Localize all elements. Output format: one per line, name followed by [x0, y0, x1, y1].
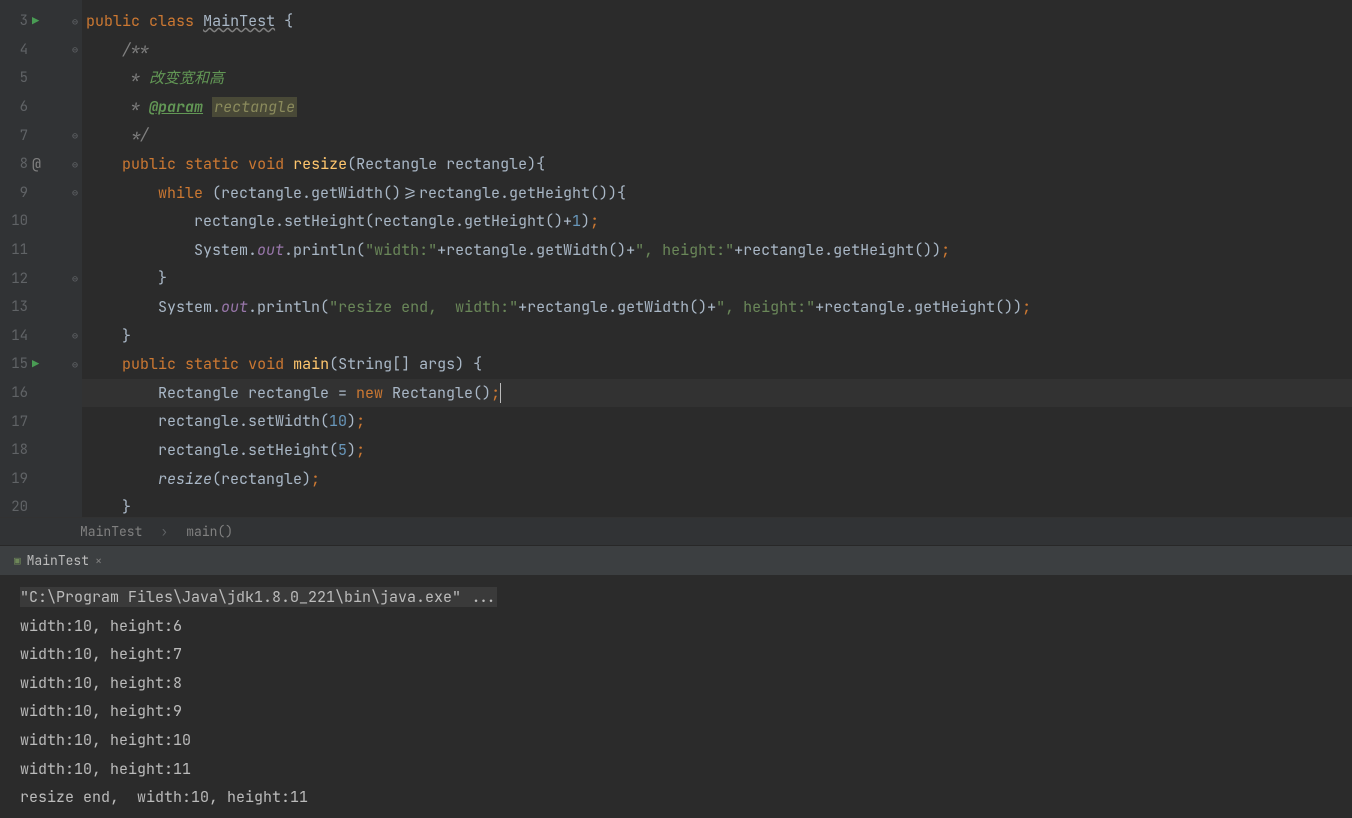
console-line: width:10, height:9: [20, 697, 1332, 726]
line-number: 13: [0, 298, 28, 316]
editor-area: 3▶⊖ 4⊖ 5 6 7⊖ 8@⊖ 9⊖ 10 11 12⊖ 13 14⊖ 15…: [0, 0, 1352, 517]
line-number: 12: [0, 270, 28, 288]
code-line-11[interactable]: System.out.println("width:"+rectangle.ge…: [82, 236, 1352, 265]
run-icon[interactable]: ▶: [32, 356, 39, 372]
fold-icon[interactable]: ⊖: [72, 186, 78, 199]
gutter: 3▶⊖ 4⊖ 5 6 7⊖ 8@⊖ 9⊖ 10 11 12⊖ 13 14⊖ 15…: [0, 0, 82, 517]
line-number: 5: [0, 69, 28, 87]
at-icon: @: [32, 154, 41, 174]
code-line-3[interactable]: public class MainTest {: [82, 7, 1352, 36]
line-number: 14: [0, 327, 28, 345]
console-line: width:10, height:7: [20, 640, 1332, 669]
line-number: 18: [0, 441, 28, 459]
console-command: "C:\Program Files\Java\jdk1.8.0_221\bin\…: [20, 583, 1332, 612]
breadcrumb-method[interactable]: main(): [186, 523, 233, 540]
code-line-12[interactable]: }: [82, 264, 1352, 293]
console-line: width:10, height:10: [20, 726, 1332, 755]
line-number: 11: [0, 241, 28, 259]
code-line-14[interactable]: }: [82, 322, 1352, 351]
line-number: 20: [0, 498, 28, 516]
code-line-15[interactable]: public static void main(String[] args) {: [82, 350, 1352, 379]
line-number: 8: [0, 155, 28, 173]
line-number: 4: [0, 41, 28, 59]
code-line-7[interactable]: */: [82, 121, 1352, 150]
fold-icon[interactable]: ⊖: [72, 158, 78, 171]
breadcrumb-class[interactable]: MainTest: [80, 523, 142, 540]
code-line-13[interactable]: System.out.println("resize end, width:"+…: [82, 293, 1352, 322]
tab-label: MainTest: [27, 552, 89, 569]
fold-icon[interactable]: ⊖: [72, 15, 78, 28]
console-output[interactable]: "C:\Program Files\Java\jdk1.8.0_221\bin\…: [0, 575, 1352, 818]
line-number: 19: [0, 470, 28, 488]
code-line-18[interactable]: rectangle.setHeight(5);: [82, 436, 1352, 465]
code-line-17[interactable]: rectangle.setWidth(10);: [82, 407, 1352, 436]
line-number: 3: [0, 12, 28, 30]
fold-icon[interactable]: ⊖: [72, 329, 78, 342]
fold-icon[interactable]: ⊖: [72, 358, 78, 371]
code-line-5[interactable]: * 改变宽和高: [82, 64, 1352, 93]
code-line-19[interactable]: resize(rectangle);: [82, 465, 1352, 494]
console-line: width:10, height:8: [20, 669, 1332, 698]
close-icon[interactable]: ×: [95, 553, 102, 569]
code-line-20[interactable]: }: [82, 493, 1352, 522]
line-number: 16: [0, 384, 28, 402]
console-tab[interactable]: ▣ MainTest ×: [4, 549, 112, 573]
code-line-16[interactable]: Rectangle rectangle = new Rectangle();: [82, 379, 1352, 408]
code-line-8[interactable]: public static void resize(Rectangle rect…: [82, 150, 1352, 179]
code-line-10[interactable]: rectangle.setHeight(rectangle.getHeight(…: [82, 207, 1352, 236]
cursor: [500, 383, 501, 403]
line-number: 10: [0, 212, 28, 230]
console-line: width:10, height:6: [20, 612, 1332, 641]
code-line-9[interactable]: while (rectangle.getWidth()>=rectangle.g…: [82, 179, 1352, 208]
run-icon[interactable]: ▶: [32, 13, 39, 29]
code-area[interactable]: public class MainTest { /** * 改变宽和高 * @p…: [82, 0, 1352, 517]
line-number: 15: [0, 355, 28, 373]
fold-icon[interactable]: ⊖: [72, 272, 78, 285]
line-number: 6: [0, 98, 28, 116]
code-line-4[interactable]: /**: [82, 36, 1352, 65]
fold-icon[interactable]: ⊖: [72, 43, 78, 56]
code-line-6[interactable]: * @param rectangle: [82, 93, 1352, 122]
run-config-icon: ▣: [14, 554, 21, 568]
console-tab-bar: ▣ MainTest ×: [0, 545, 1352, 575]
breadcrumb-separator: ›: [160, 523, 168, 540]
fold-icon[interactable]: ⊖: [72, 129, 78, 142]
console-line: resize end, width:10, height:11: [20, 783, 1332, 812]
line-number: 7: [0, 127, 28, 145]
line-number: 9: [0, 184, 28, 202]
line-number: 17: [0, 413, 28, 431]
console-line: width:10, height:11: [20, 755, 1332, 784]
